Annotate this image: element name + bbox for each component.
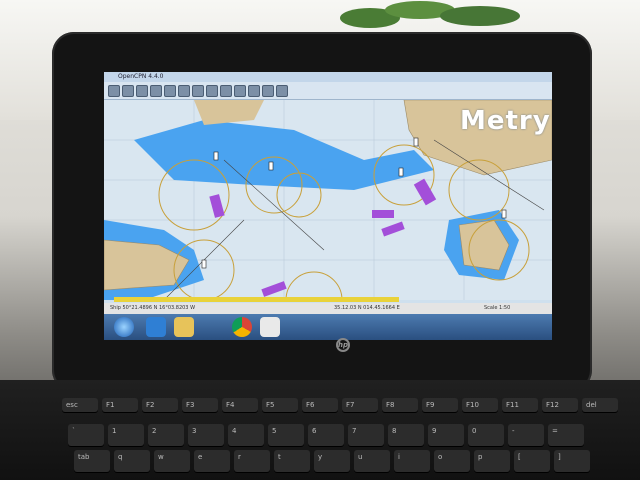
lighthouse-marker: [413, 137, 419, 147]
keyboard-key: w: [154, 450, 190, 472]
scale-out-button[interactable]: [150, 84, 162, 97]
keyboard-key: F10: [462, 398, 498, 412]
keyboard-key: F2: [142, 398, 178, 412]
tracking-button[interactable]: [248, 84, 260, 97]
print-button[interactable]: [220, 84, 232, 97]
zoom-in-button[interactable]: [108, 84, 120, 97]
keyboard-key: =: [548, 424, 584, 446]
keyboard-key: 7: [348, 424, 384, 446]
lighthouse-marker: [398, 167, 404, 177]
map-overlay-label: Metry: [460, 106, 551, 136]
keyboard-key: o: [434, 450, 470, 472]
keyboard-key: i: [394, 450, 430, 472]
ie-icon[interactable]: [146, 317, 166, 337]
keyboard-key: u: [354, 450, 390, 472]
restricted-area: [372, 210, 394, 218]
keyboard-key: 2: [148, 424, 184, 446]
zoom-out-button[interactable]: [122, 84, 134, 97]
status-right: Scale 1:50: [484, 305, 511, 311]
keyboard-key: 1: [108, 424, 144, 446]
keyboard-key: r: [234, 450, 270, 472]
keyboard-key: F3: [182, 398, 218, 412]
keyboard-key: F4: [222, 398, 258, 412]
keyboard-key: ]: [554, 450, 590, 472]
keyboard-key: F8: [382, 398, 418, 412]
folder-icon[interactable]: [174, 317, 194, 337]
status-center: 35.12.03 N 014.45.1664 E: [334, 305, 400, 311]
keyboard-key: F5: [262, 398, 298, 412]
status-left: Ship 50°21.4896 N 16°03.8203 W: [110, 305, 196, 311]
keyboard-key: -: [508, 424, 544, 446]
keyboard-key: q: [114, 450, 150, 472]
keyboard-key: 6: [308, 424, 344, 446]
keyboard-key: p: [474, 450, 510, 472]
keyboard-key: F9: [422, 398, 458, 412]
chart-toolbar: [104, 82, 552, 100]
text-button[interactable]: [206, 84, 218, 97]
app-title: OpenCPN 4.4.0: [118, 73, 164, 80]
keyboard-key: t: [274, 450, 310, 472]
keyboard-key: tab: [74, 450, 110, 472]
lighthouse-marker: [268, 161, 274, 171]
color-scheme-button[interactable]: [262, 84, 274, 97]
mob-button[interactable]: [276, 84, 288, 97]
opencpn-icon[interactable]: [260, 317, 280, 337]
keyboard-key: F7: [342, 398, 378, 412]
keyboard: esc F1 F2 F3 F4 F5 F6 F7 F8 F9 F10 F11 F12 del ` 1 2 3 4 5 6…: [62, 398, 640, 480]
status-bar: Ship 50°21.4896 N 16°03.8203 W 35.12.03 …: [104, 303, 552, 314]
chrome-icon[interactable]: [232, 317, 252, 337]
windows-taskbar: [104, 314, 552, 340]
keyboard-key: F6: [302, 398, 338, 412]
route-manager-button[interactable]: [234, 84, 246, 97]
keyboard-key: [: [514, 450, 550, 472]
keyboard-key: del: [582, 398, 618, 412]
start-orb-icon[interactable]: [114, 317, 134, 337]
keyboard-key: F12: [542, 398, 578, 412]
scale-in-button[interactable]: [136, 84, 148, 97]
follow-button[interactable]: [178, 84, 190, 97]
keyboard-key: `: [68, 424, 104, 446]
keyboard-key: esc: [62, 398, 98, 412]
lighthouse-marker: [201, 259, 207, 269]
keyboard-key: 9: [428, 424, 464, 446]
lighthouse-marker: [213, 151, 219, 161]
settings-button[interactable]: [192, 84, 204, 97]
keyboard-key: 5: [268, 424, 304, 446]
laptop-screen: OpenCPN 4.4.0 Metry Ship 50°21.4896 N 16…: [104, 72, 552, 340]
keyboard-key: y: [314, 450, 350, 472]
app-titlebar: OpenCPN 4.4.0: [104, 72, 552, 82]
route-button[interactable]: [164, 84, 176, 97]
lighthouse-marker: [501, 209, 507, 219]
keyboard-key: 4: [228, 424, 264, 446]
keyboard-key: F11: [502, 398, 538, 412]
keyboard-key: 3: [188, 424, 224, 446]
keyboard-key: 8: [388, 424, 424, 446]
loading-progress-bar: [114, 297, 399, 302]
keyboard-key: 0: [468, 424, 504, 446]
hp-logo: hp: [336, 338, 350, 352]
keyboard-key: e: [194, 450, 230, 472]
keyboard-key: F1: [102, 398, 138, 412]
